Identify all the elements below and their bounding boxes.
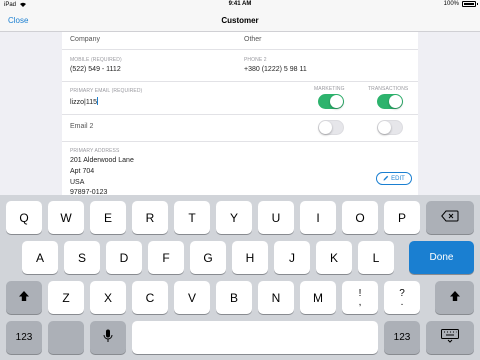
key-v[interactable]: V (174, 281, 210, 314)
toggle-knob (378, 121, 391, 134)
email2-row: Email 2 (62, 115, 418, 142)
key-g[interactable]: G (190, 241, 226, 274)
marketing-label: MARKETING (314, 86, 345, 92)
shift-key-left[interactable] (6, 281, 42, 314)
key-s[interactable]: S (64, 241, 100, 274)
address-line-1: 201 Alderwood Lane (70, 157, 134, 164)
key-z[interactable]: Z (48, 281, 84, 314)
primary-email-transactions-toggle[interactable] (377, 94, 403, 109)
edit-label: EDIT (391, 175, 405, 182)
mobile-field[interactable]: (522) 549 - 1112 (70, 66, 121, 73)
pencil-icon (383, 175, 389, 183)
key-bottom-glyph: . (400, 296, 404, 308)
email2-transactions-toggle[interactable] (377, 120, 403, 135)
battery-percent: 100% (443, 1, 459, 7)
other-field[interactable]: Other (244, 36, 262, 43)
key-j[interactable]: J (274, 241, 310, 274)
key-t[interactable]: T (174, 201, 210, 234)
status-time: 9:41 AM (228, 1, 252, 7)
status-bar: iPad 9:41 AM 100% (0, 0, 480, 10)
company-field[interactable]: Company (70, 36, 100, 43)
close-button[interactable]: Close (8, 16, 28, 25)
done-key[interactable]: Done (409, 241, 474, 274)
key-bottom-glyph: , (358, 296, 362, 308)
primary-email-label: PRIMARY EMAIL (REQUIRED) (70, 88, 143, 94)
key-e[interactable]: E (90, 201, 126, 234)
key-k[interactable]: K (316, 241, 352, 274)
customer-form: Company Other MOBILE (REQUIRED) (522) 54… (62, 32, 418, 195)
status-right: 100% (443, 1, 478, 7)
numbers-key-left[interactable]: 123 (6, 321, 42, 354)
phone2-field[interactable]: +380 (1222) 5 98 11 (244, 66, 307, 73)
microphone-icon (103, 329, 113, 346)
edit-address-button[interactable]: EDIT (376, 172, 412, 185)
key-l[interactable]: L (358, 241, 394, 274)
transactions-label: TRANSACTIONS (368, 86, 409, 92)
primary-email-marketing-toggle[interactable] (318, 94, 344, 109)
space-key[interactable] (132, 321, 378, 354)
key-i[interactable]: I (300, 201, 336, 234)
key-f[interactable]: F (148, 241, 184, 274)
phone2-label: PHONE 2 (244, 57, 267, 63)
numbers-key-right[interactable]: 123 (384, 321, 420, 354)
key-x[interactable]: X (90, 281, 126, 314)
key-w[interactable]: W (48, 201, 84, 234)
key-u[interactable]: U (258, 201, 294, 234)
emoji-key[interactable] (48, 321, 84, 354)
primary-email-value: lizzo|115 (70, 99, 97, 106)
primary-email-row: PRIMARY EMAIL (REQUIRED) lizzo|115 MARKE… (62, 82, 418, 115)
email2-field[interactable]: Email 2 (70, 123, 93, 130)
primary-email-field[interactable]: lizzo|115 (70, 97, 98, 106)
keyboard: Q W E R T Y U I O P A S D F G H J K L Do… (0, 195, 480, 360)
key-r[interactable]: R (132, 201, 168, 234)
shift-icon (449, 290, 461, 305)
toggle-knob (330, 95, 343, 108)
key-stack: ! , (358, 288, 362, 308)
key-d[interactable]: D (106, 241, 142, 274)
key-o[interactable]: O (342, 201, 378, 234)
page-title: Customer (221, 16, 259, 25)
key-stack: ? . (399, 288, 405, 308)
email2-marketing-toggle[interactable] (318, 120, 344, 135)
keyboard-dismiss-icon (441, 329, 459, 346)
battery-fill (464, 3, 474, 5)
key-m[interactable]: M (300, 281, 336, 314)
toggle-knob (389, 95, 402, 108)
mobile-label: MOBILE (REQUIRED) (70, 57, 122, 63)
address-line-3: USA (70, 179, 85, 186)
company-row: Company Other (62, 32, 418, 50)
address-label: PRIMARY ADDRESS (70, 148, 120, 154)
delete-key[interactable] (426, 201, 474, 234)
key-q[interactable]: Q (6, 201, 42, 234)
shift-key-right[interactable] (435, 281, 474, 314)
nav-bar: Close Customer (0, 10, 480, 32)
key-question-period[interactable]: ? . (384, 281, 420, 314)
key-y[interactable]: Y (216, 201, 252, 234)
battery-icon (462, 1, 478, 7)
address-line-2: Apt 704 (70, 168, 95, 175)
toggle-knob (319, 121, 332, 134)
text-cursor (96, 97, 98, 105)
dismiss-keyboard-key[interactable] (426, 321, 474, 354)
key-a[interactable]: A (22, 241, 58, 274)
delete-icon (441, 210, 459, 225)
key-exclaim-comma[interactable]: ! , (342, 281, 378, 314)
shift-icon (18, 290, 30, 305)
key-c[interactable]: C (132, 281, 168, 314)
phone-row: MOBILE (REQUIRED) (522) 549 - 1112 PHONE… (62, 50, 418, 82)
key-b[interactable]: B (216, 281, 252, 314)
key-h[interactable]: H (232, 241, 268, 274)
key-p[interactable]: P (384, 201, 420, 234)
key-n[interactable]: N (258, 281, 294, 314)
dictation-key[interactable] (90, 321, 126, 354)
